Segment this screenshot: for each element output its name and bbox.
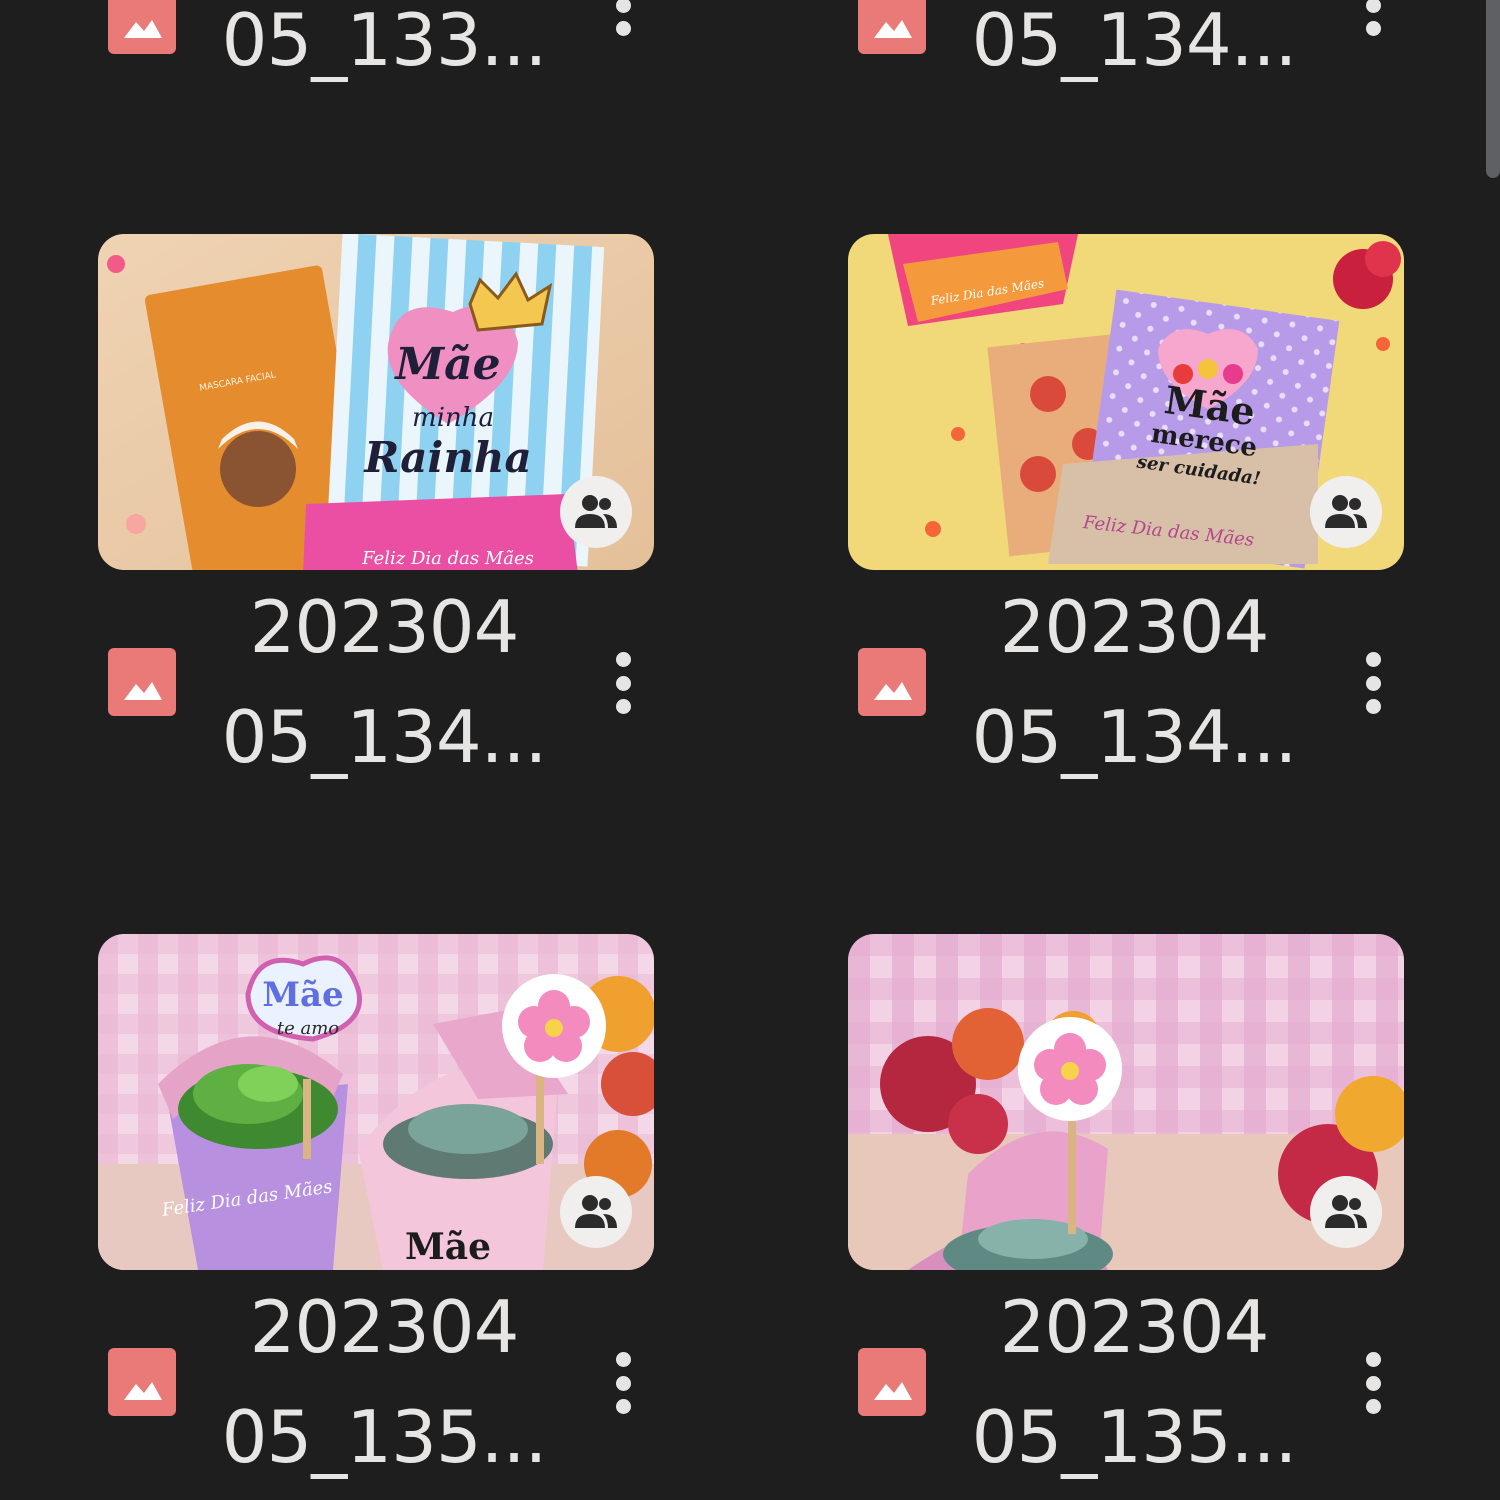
people-icon [1325, 495, 1367, 528]
more-vert-icon[interactable] [598, 1348, 648, 1418]
people-icon [575, 1195, 617, 1228]
file-thumbnail[interactable]: Feliz Dia das Mães Mãe merece ser cuidad… [848, 234, 1404, 570]
image-icon [858, 0, 926, 54]
file-name-line2: 05_134... [971, 695, 1298, 779]
file-name-line1: 202304 [249, 585, 520, 669]
image-icon [858, 648, 926, 716]
file-thumbnail[interactable] [848, 934, 1404, 1270]
file-name-line2: 05_135... [971, 1395, 1298, 1479]
thumbnail-text: Feliz Dia das Mães [361, 548, 534, 569]
shared-badge [560, 476, 632, 548]
file-name-line1: 202304 [249, 1285, 520, 1369]
people-icon [575, 495, 617, 528]
file-name-line2: 05_134... [221, 695, 548, 779]
thumbnail-text: Rainha [363, 433, 531, 482]
more-vert-icon[interactable] [1348, 648, 1398, 718]
thumbnail-text: Mãe [405, 1226, 491, 1268]
scrollbar-thumb[interactable] [1486, 0, 1500, 178]
more-vert-icon[interactable] [1348, 0, 1398, 40]
file-thumbnail[interactable]: Mãe minha Rainha Feliz Dia das Mães MASC… [98, 234, 654, 570]
more-vert-icon[interactable] [598, 0, 648, 40]
image-icon [108, 0, 176, 54]
shared-badge [1310, 476, 1382, 548]
thumbnail-text: Mãe [262, 975, 343, 1015]
people-icon [1325, 1195, 1367, 1228]
shared-badge [1310, 1176, 1382, 1248]
image-icon [108, 1348, 176, 1416]
file-name-line1: 202304 [999, 1285, 1270, 1369]
thumbnail-text: Mãe [393, 339, 500, 390]
file-name-line1: 202304 [999, 585, 1270, 669]
shared-badge [560, 1176, 632, 1248]
file-name-line2: 05_133... [221, 0, 548, 82]
image-icon [858, 1348, 926, 1416]
thumbnail-text: te amo [277, 1018, 339, 1039]
more-vert-icon[interactable] [1348, 1348, 1398, 1418]
file-name-line2: 05_134... [971, 0, 1298, 82]
file-thumbnail[interactable]: Mãe te amo Feliz Dia das Mães Mãe [98, 934, 654, 1270]
file-grid: 05_133... 05_134... Mãe minha Rainha Fel… [0, 0, 1500, 1500]
file-name-line2: 05_135... [221, 1395, 548, 1479]
more-vert-icon[interactable] [598, 648, 648, 718]
image-icon [108, 648, 176, 716]
thumbnail-text: minha [412, 403, 494, 433]
